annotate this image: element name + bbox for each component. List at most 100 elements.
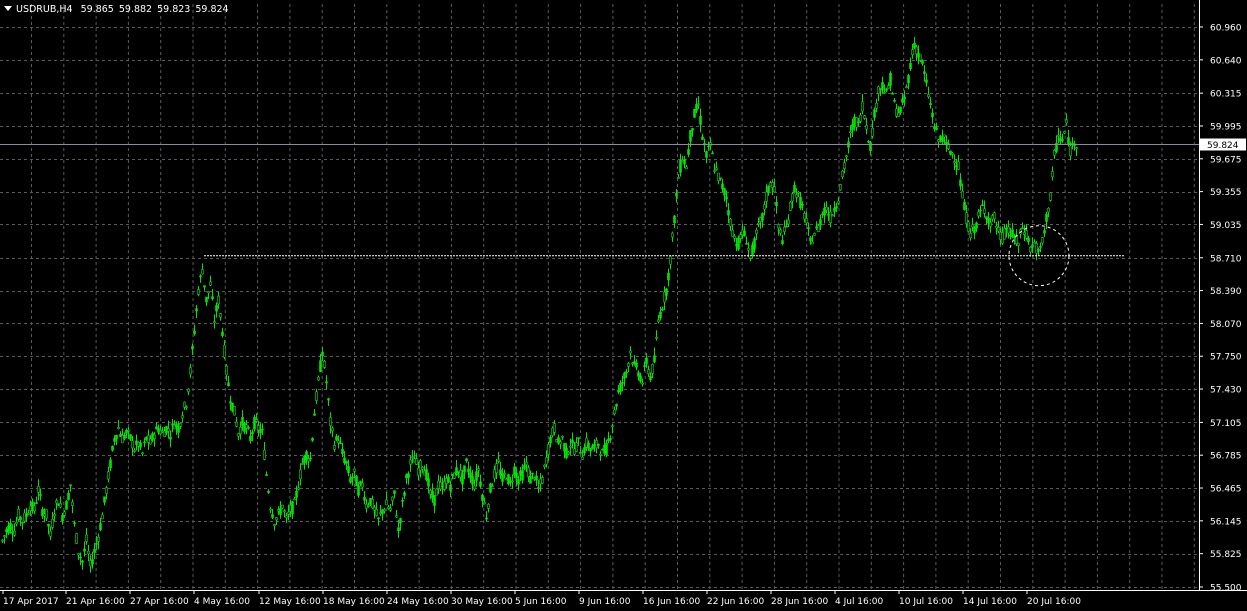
candle-body	[293, 498, 296, 501]
candle-body	[105, 487, 108, 494]
candle-body	[361, 482, 364, 488]
candle-body	[575, 442, 578, 452]
candle-body	[757, 223, 760, 225]
candle-body	[327, 398, 330, 401]
candle-body	[1031, 244, 1034, 248]
candle-body	[587, 442, 590, 449]
candle-body	[473, 485, 476, 490]
time-tick-label: 18 May 16:00	[323, 597, 385, 607]
candle-body	[221, 331, 224, 336]
candle-body	[801, 204, 804, 206]
candle-body	[173, 424, 176, 430]
candle-body	[837, 200, 840, 204]
candle-body	[3, 535, 6, 537]
candle-body	[267, 490, 270, 493]
candle-body	[653, 355, 656, 363]
candle-body	[55, 500, 58, 504]
candle-body	[829, 211, 832, 224]
candle-body	[257, 425, 260, 431]
candle-body	[919, 54, 922, 61]
candle-body	[841, 170, 844, 177]
candle-body	[883, 92, 886, 94]
time-tick-label: 12 May 16:00	[259, 597, 321, 607]
candle-body	[151, 433, 154, 441]
candle-body	[977, 211, 980, 217]
chart-window[interactable]: 60.960 60.640 60.315 59.995 59.675 59.355 59.0…	[0, 0, 1247, 611]
candle-body	[951, 152, 954, 155]
candle-body	[609, 438, 612, 440]
candle-body	[425, 469, 428, 481]
candle-body	[79, 556, 82, 559]
candle-body	[157, 428, 160, 433]
candle-body	[543, 464, 546, 467]
candle-body	[899, 106, 902, 113]
time-tick-label: 16 Jun 16:00	[643, 597, 700, 607]
candle-body	[367, 505, 370, 507]
candle-body	[503, 473, 506, 475]
time-tick-label: 17 Apr 2017	[3, 597, 59, 607]
candle-body	[805, 218, 808, 224]
candle-body	[761, 213, 764, 221]
candle-body	[787, 219, 790, 225]
candle-body	[839, 184, 842, 191]
price-chart[interactable]: 60.960 60.640 60.315 59.995 59.675 59.355 59.0…	[0, 0, 1247, 611]
candle-body	[97, 537, 100, 542]
candle-body	[845, 155, 848, 158]
candle-body	[687, 149, 690, 155]
candle-body	[901, 98, 904, 103]
candle-body	[45, 509, 48, 519]
candle-body	[511, 480, 514, 482]
candle-body	[187, 388, 190, 393]
chevron-down-icon[interactable]	[4, 6, 12, 11]
candle-body	[717, 172, 720, 181]
price-tick-label: 56.145	[1210, 517, 1242, 527]
time-tick-label: 28 Jun 16:00	[771, 597, 828, 607]
candle-body	[905, 86, 908, 88]
price-tick-label: 60.315	[1210, 90, 1242, 100]
candle-body	[67, 492, 70, 501]
candle-body	[189, 367, 192, 375]
candle-body	[19, 516, 22, 521]
candle-body	[697, 103, 700, 106]
price-tick-label: 57.105	[1210, 419, 1242, 429]
candle-body	[625, 371, 628, 374]
candle-body	[371, 498, 374, 509]
candle-body	[323, 361, 326, 368]
candle-body	[467, 468, 470, 473]
candle-body	[1047, 207, 1050, 213]
candle-body	[139, 442, 142, 448]
candle-body	[639, 375, 642, 382]
candle-body	[579, 452, 582, 454]
candle-body	[39, 494, 42, 496]
candle-body	[1045, 214, 1048, 222]
time-tick-label: 9 Jun 16:00	[579, 597, 631, 607]
candle-body	[159, 430, 162, 435]
candle-body	[859, 114, 862, 122]
candle-body	[351, 476, 354, 479]
candle-body	[287, 511, 290, 515]
candle-body	[567, 451, 570, 455]
candle-body	[819, 219, 822, 226]
candle-body	[113, 438, 116, 442]
candle-body	[695, 104, 698, 111]
candle-body	[731, 229, 734, 237]
candle-body	[389, 507, 392, 511]
candle-body	[239, 426, 242, 435]
candle-body	[699, 115, 702, 125]
candle-body	[411, 456, 414, 458]
candle-body	[205, 296, 208, 303]
candle-body	[231, 402, 234, 412]
candle-body	[561, 436, 564, 438]
candle-body	[321, 351, 324, 357]
candle-body	[597, 444, 600, 446]
candle-body	[273, 524, 276, 526]
candle-body	[553, 423, 556, 433]
candle-body	[61, 514, 64, 522]
candle-body	[315, 391, 318, 401]
candle-body	[755, 229, 758, 234]
candle-body	[753, 238, 756, 250]
candle-body	[191, 345, 194, 350]
candle-body	[679, 160, 682, 173]
candle-body	[569, 445, 572, 448]
candle-body	[661, 308, 664, 311]
